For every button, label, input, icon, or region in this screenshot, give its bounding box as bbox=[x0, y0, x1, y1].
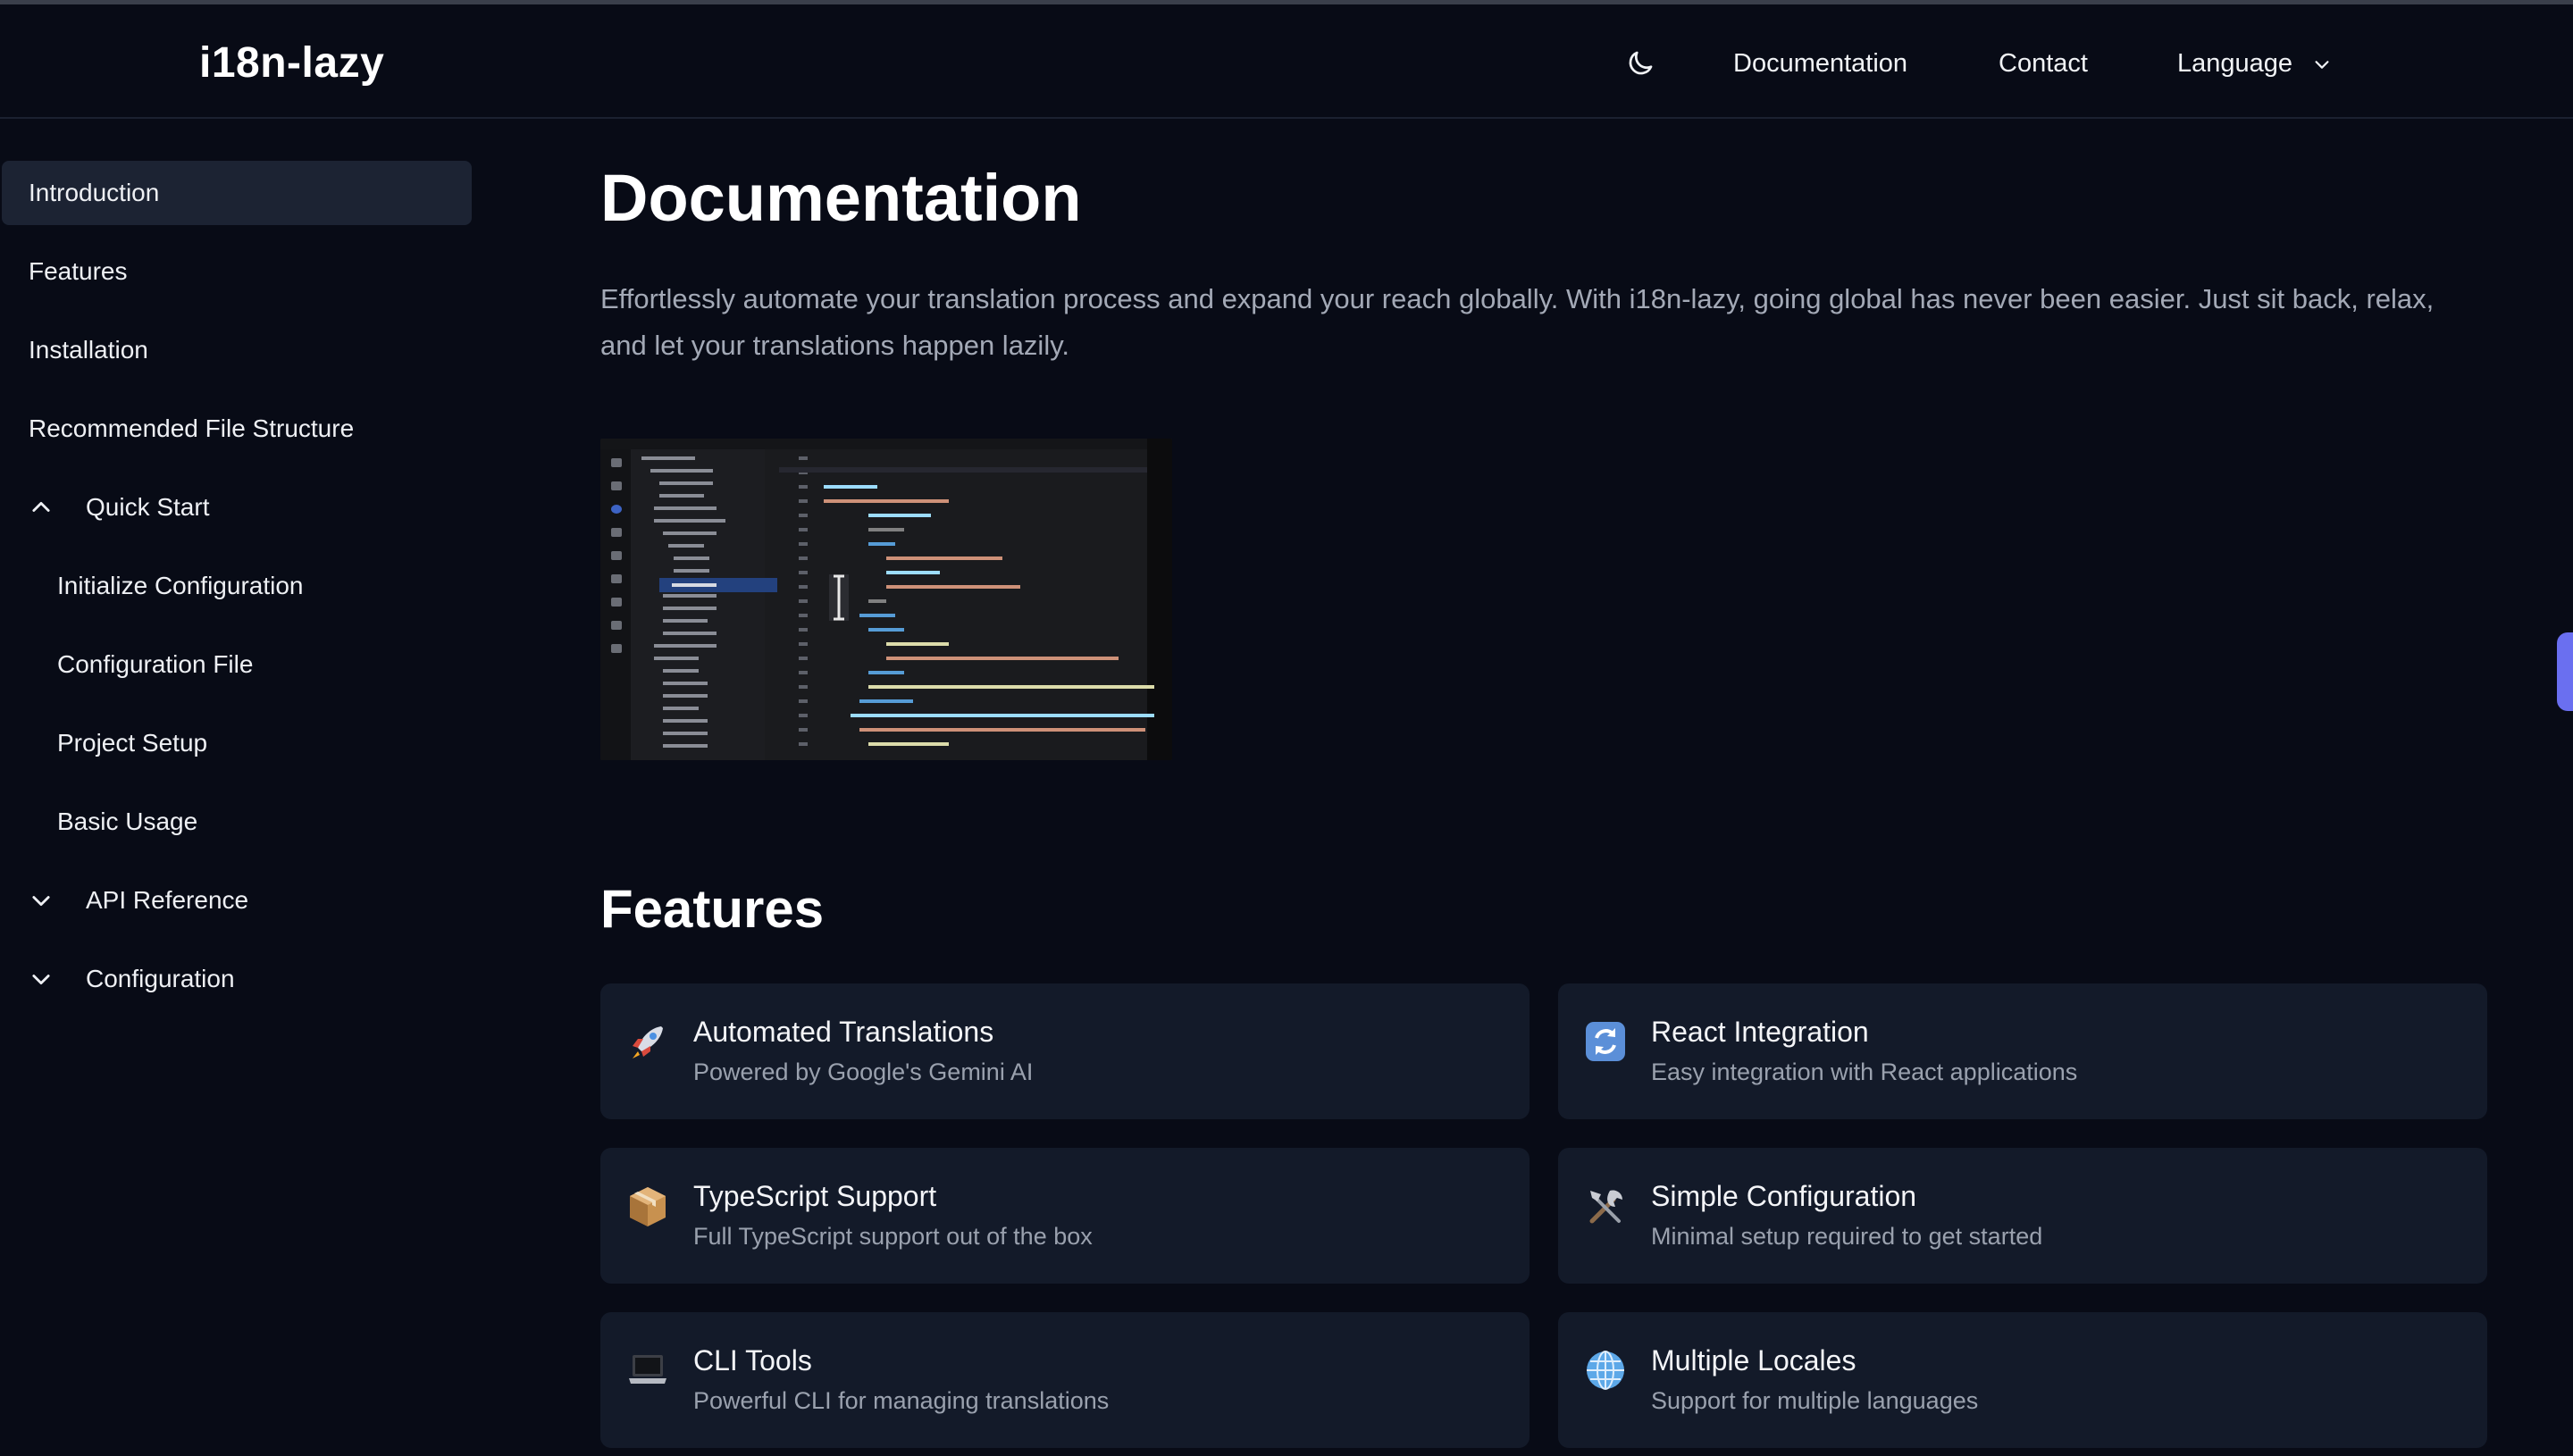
sidebar-group-label: Quick Start bbox=[86, 493, 210, 521]
sidebar-item-configuration-file[interactable]: Configuration File bbox=[57, 632, 253, 697]
sidebar-item-introduction[interactable]: Introduction bbox=[2, 161, 472, 225]
laptop-icon bbox=[625, 1348, 670, 1393]
feature-description: Powered by Google's Gemini AI bbox=[693, 1059, 1034, 1085]
feature-description: Support for multiple languages bbox=[1651, 1387, 1979, 1414]
feature-card[interactable]: Multiple Locales Support for multiple la… bbox=[1558, 1312, 2487, 1448]
refresh-icon bbox=[1583, 1019, 1628, 1064]
sidebar-group-configuration[interactable]: Configuration bbox=[29, 947, 235, 1011]
chevron-down-icon bbox=[2315, 60, 2329, 69]
globe-icon bbox=[1583, 1348, 1628, 1393]
sidebar-item-project-setup[interactable]: Project Setup bbox=[57, 711, 207, 775]
sidebar-item-installation[interactable]: Installation bbox=[29, 318, 148, 382]
sidebar-item-label: Basic Usage bbox=[57, 807, 198, 835]
side-feedback-tab[interactable] bbox=[2557, 632, 2573, 711]
page-title: Documentation bbox=[600, 161, 1082, 235]
feature-description: Powerful CLI for managing translations bbox=[693, 1387, 1110, 1414]
sidebar-item-initialize-configuration[interactable]: Initialize Configuration bbox=[57, 554, 304, 618]
editor-screenshot-image bbox=[600, 439, 1172, 760]
sidebar-item-label: Configuration File bbox=[57, 650, 254, 678]
site-logo[interactable]: i18n-lazy bbox=[199, 38, 384, 88]
feature-description: Easy integration with React applications bbox=[1651, 1059, 2078, 1085]
sidebar-group-label: API Reference bbox=[86, 886, 249, 914]
feature-description: Full TypeScript support out of the box bbox=[693, 1223, 1093, 1250]
feature-title: TypeScript Support bbox=[693, 1180, 937, 1212]
feature-title: Automated Translations bbox=[693, 1016, 994, 1048]
feature-title: CLI Tools bbox=[693, 1344, 812, 1377]
sidebar-item-features[interactable]: Features bbox=[29, 239, 128, 304]
feature-card[interactable]: CLI Tools Powerful CLI for managing tran… bbox=[600, 1312, 1530, 1448]
language-label: Language bbox=[2177, 49, 2293, 78]
feature-description: Minimal setup required to get started bbox=[1651, 1223, 2043, 1250]
feature-title: React Integration bbox=[1651, 1016, 1869, 1048]
rocket-icon bbox=[625, 1019, 670, 1064]
site-header: i18n-lazy Documentation Contact Language bbox=[0, 4, 2573, 119]
sidebar-item-file-structure[interactable]: Recommended File Structure bbox=[29, 397, 354, 461]
sidebar-item-label: Project Setup bbox=[57, 729, 208, 757]
chevron-up-icon bbox=[32, 501, 50, 512]
chevron-down-icon bbox=[32, 896, 50, 907]
sidebar-item-label: Features bbox=[29, 257, 128, 285]
feature-card[interactable]: React Integration Easy integration with … bbox=[1558, 983, 2487, 1119]
features-heading: Features bbox=[600, 879, 825, 939]
feature-title: Multiple Locales bbox=[1651, 1344, 1856, 1377]
moon-icon[interactable] bbox=[1624, 47, 1656, 79]
sidebar-item-label: Introduction bbox=[29, 179, 160, 206]
sidebar-item-basic-usage[interactable]: Basic Usage bbox=[57, 790, 197, 854]
feature-card[interactable]: TypeScript Support Full TypeScript suppo… bbox=[600, 1148, 1530, 1284]
feature-card[interactable]: Simple Configuration Minimal setup requi… bbox=[1558, 1148, 2487, 1284]
language-dropdown[interactable]: Language bbox=[2177, 49, 2332, 79]
nav-documentation[interactable]: Documentation bbox=[1733, 49, 1907, 79]
sidebar-group-quick-start[interactable]: Quick Start bbox=[29, 475, 209, 540]
nav-contact[interactable]: Contact bbox=[1999, 49, 2088, 79]
chevron-down-icon bbox=[32, 975, 50, 985]
package-icon bbox=[625, 1184, 670, 1228]
feature-title: Simple Configuration bbox=[1651, 1180, 1917, 1212]
page-lead: Effortlessly automate your translation p… bbox=[600, 283, 2435, 361]
sidebar-item-label: Initialize Configuration bbox=[57, 572, 304, 599]
sidebar-group-label: Configuration bbox=[86, 965, 235, 992]
sidebar-item-label: Recommended File Structure bbox=[29, 414, 355, 442]
feature-card[interactable]: Automated Translations Powered by Google… bbox=[600, 983, 1530, 1119]
sidebar-item-label: Installation bbox=[29, 336, 148, 364]
tools-icon bbox=[1583, 1184, 1628, 1228]
sidebar-group-api-reference[interactable]: API Reference bbox=[29, 868, 248, 933]
